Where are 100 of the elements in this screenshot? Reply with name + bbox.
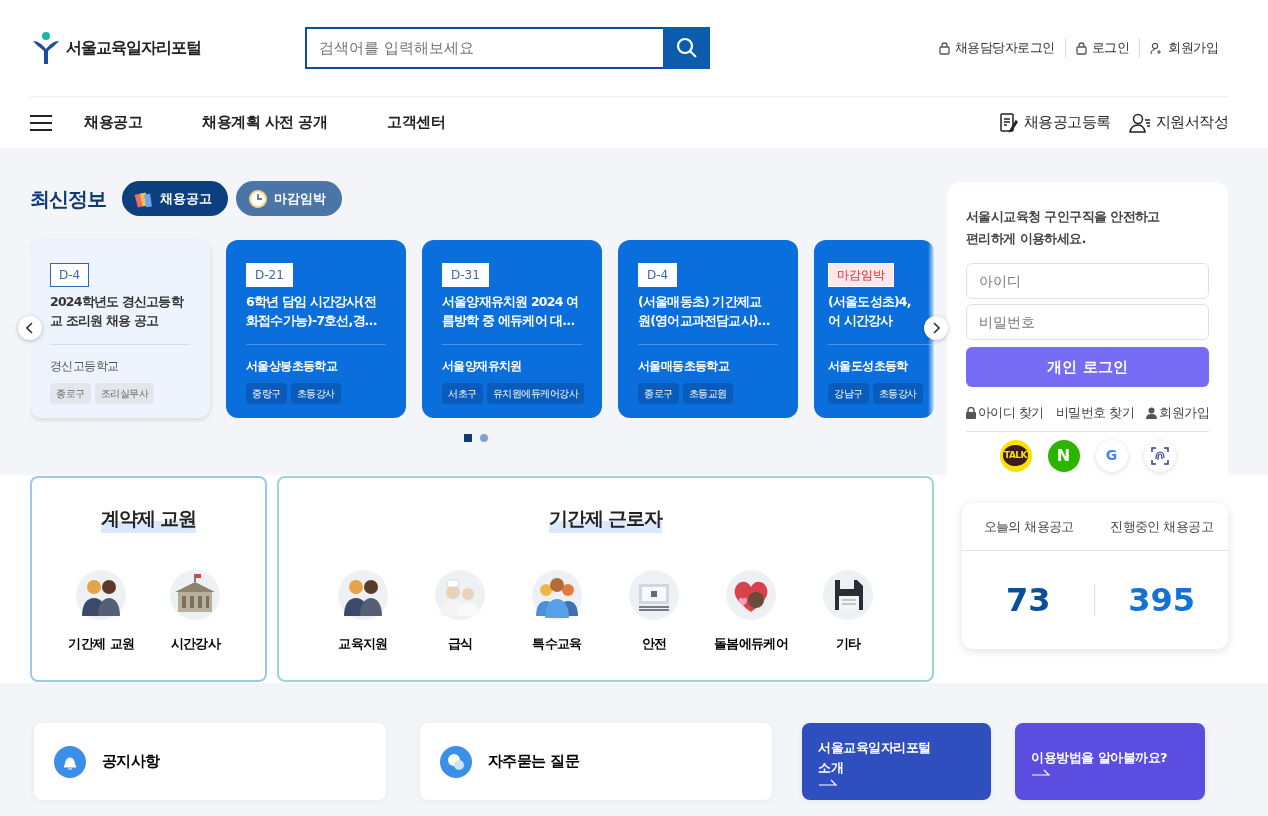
- login-button[interactable]: 개인 로그인: [966, 347, 1209, 387]
- tag: 종로구: [638, 383, 679, 404]
- tag: 중랑구: [246, 383, 287, 404]
- search-icon: [675, 37, 698, 59]
- job-title: (서울도성초)4,: [828, 293, 911, 311]
- lock-icon: [1075, 41, 1087, 55]
- lock-icon: [966, 406, 976, 419]
- account-link[interactable]: 아이디 찾기: [966, 403, 1044, 423]
- page-dot[interactable]: [480, 434, 488, 442]
- nav-link[interactable]: 채용공고: [84, 111, 142, 134]
- deadline-badge: D-31: [442, 263, 489, 287]
- search-button[interactable]: [663, 27, 710, 69]
- deadline-badge: 마감임박: [828, 263, 894, 287]
- category-item[interactable]: 안전: [614, 569, 694, 653]
- category-item[interactable]: 기간제 교원: [61, 569, 142, 653]
- category-item[interactable]: 급식: [420, 569, 500, 653]
- banner-link[interactable]: 서울교육일자리포털 소개: [802, 723, 991, 800]
- job-card[interactable]: D-4 (서울매동초) 기간제교 원(영어교과전담교사)… 서울매동초등학교 종로구 초등교원: [618, 240, 798, 418]
- category-item[interactable]: 기타: [808, 569, 888, 653]
- deadline-badge: D-21: [246, 263, 293, 287]
- section-title: 최신정보: [30, 185, 106, 213]
- biometric-login-button[interactable]: [1143, 439, 1176, 472]
- chevron-right-icon: [932, 322, 940, 334]
- job-card[interactable]: D-4 2024학년도 경신고등학 교 조리원 채용 공고 경신고등학교 종로구 조리실무사: [30, 240, 210, 418]
- logo-text[interactable]: 서울교육일자리포털: [66, 36, 201, 60]
- chefs-icon: [435, 569, 485, 620]
- job-title: 름방학 중 에듀케어 대…: [442, 312, 575, 330]
- school-name: 서울매동초등학교: [638, 358, 731, 375]
- header-link[interactable]: 로그인: [1064, 38, 1139, 58]
- bell-icon: [54, 745, 86, 778]
- next-button[interactable]: [924, 316, 948, 340]
- banner-link[interactable]: 이용방법을 알아볼까요?: [1015, 723, 1205, 800]
- people-icon: [338, 569, 388, 620]
- building-icon: [170, 569, 221, 620]
- job-title: 2024학년도 경신고등학: [50, 293, 183, 311]
- school-name: 경신고등학교: [50, 358, 120, 375]
- google-login-button[interactable]: G: [1095, 439, 1128, 472]
- deadline-badge: D-4: [50, 263, 90, 287]
- intro-text: 편리하게 이용하세요.: [966, 230, 1087, 248]
- quick-link[interactable]: 공지사항: [34, 723, 386, 800]
- password-field[interactable]: 비밀번호: [966, 304, 1209, 340]
- category-item[interactable]: 돌봄에듀케어: [711, 569, 791, 653]
- job-title: (서울매동초) 기간제교: [638, 293, 762, 311]
- tab-button[interactable]: 마감임박: [236, 181, 342, 216]
- job-card[interactable]: 마감임박 (서울도성초)4, 어 시간강사 서울도성초등학 강남구 초등강사: [814, 240, 934, 418]
- nav-link[interactable]: 채용계획 사전 공개: [202, 111, 328, 134]
- job-title: 어 시간강사: [828, 312, 893, 330]
- tag: 초등교원: [682, 383, 733, 404]
- people-group-icon: [532, 569, 582, 620]
- job-card[interactable]: D-21 6학년 담임 시간강사(전 화접수가능)-7호선,경… 서울상봉초등학교 중랑구 초등강사: [226, 240, 406, 418]
- tag: 서초구: [442, 383, 483, 404]
- tag: 종로구: [50, 383, 91, 404]
- tab-button[interactable]: 채용공고: [122, 181, 228, 216]
- person-icon: [1146, 406, 1158, 419]
- job-title: 화접수가능)-7호선,경…: [246, 312, 377, 330]
- account-link[interactable]: 회원가입: [1146, 403, 1209, 423]
- stat-value: 395: [1128, 580, 1195, 621]
- tag: 조리실무사: [94, 383, 154, 404]
- kakao-login-button[interactable]: TALK: [999, 439, 1032, 472]
- people-icon: [76, 569, 127, 620]
- monitor-icon: [629, 569, 679, 620]
- tag: 유치원에듀케어강사: [486, 383, 584, 404]
- chat-bubbles-icon: [440, 745, 472, 778]
- job-title: 6학년 담임 시간강사(전: [246, 293, 376, 311]
- nav-link[interactable]: 고객센터: [387, 111, 446, 134]
- school-name: 서울양재유치원: [442, 358, 523, 375]
- job-title: 서울양재유치원 2024 여: [442, 293, 579, 311]
- account-link[interactable]: 비밀번호 찾기: [1056, 403, 1134, 423]
- stat-label: 오늘의 채용공고: [983, 517, 1074, 536]
- menu-icon[interactable]: [30, 114, 52, 131]
- category-item[interactable]: 특수교육: [517, 569, 597, 653]
- stat-value: 73: [1005, 580, 1051, 621]
- deadline-badge: D-4: [638, 263, 678, 287]
- category-item[interactable]: 시간강사: [155, 569, 236, 653]
- job-title: 교 조리원 채용 공고: [50, 312, 159, 330]
- chevron-left-icon: [26, 322, 34, 334]
- search-field[interactable]: 검색어를 입력해보세요: [305, 27, 663, 69]
- intro-text: 서울시교육청 구인구직을 안전하고: [966, 208, 1161, 226]
- school-name: 서울도성초등학: [828, 358, 909, 375]
- nav-link[interactable]: 지원서작성: [1128, 111, 1228, 134]
- school-name: 서울상봉초등학교: [246, 358, 339, 375]
- person-icon: [1128, 111, 1151, 134]
- fingerprint-icon: [1150, 446, 1169, 465]
- job-card[interactable]: D-31 서울양재유치원 2024 여 름방학 중 에듀케어 대… 서울양재유치원 서초구 유치원에듀케어강사: [422, 240, 602, 418]
- stat-label: 진행중인 채용공고: [1110, 517, 1213, 536]
- clock-icon: [248, 188, 268, 209]
- lock-icon: [938, 41, 950, 55]
- header-link[interactable]: 채용담당자로그인: [928, 38, 1065, 58]
- user-add-icon: [1150, 41, 1163, 55]
- category-item[interactable]: 교육지원: [323, 569, 403, 653]
- header-link[interactable]: 회원가입: [1139, 38, 1228, 58]
- tag: 초등강사: [290, 383, 341, 404]
- nav-link[interactable]: 채용공고등록: [998, 111, 1111, 134]
- floppy-disk-icon: [823, 569, 873, 620]
- prev-button[interactable]: [18, 316, 42, 340]
- id-field[interactable]: 아이디: [966, 263, 1209, 299]
- document-edit-icon: [998, 111, 1019, 134]
- tag: 강남구: [828, 383, 869, 404]
- quick-link[interactable]: 자주묻는 질문: [420, 723, 772, 800]
- tag: 초등강사: [872, 383, 923, 404]
